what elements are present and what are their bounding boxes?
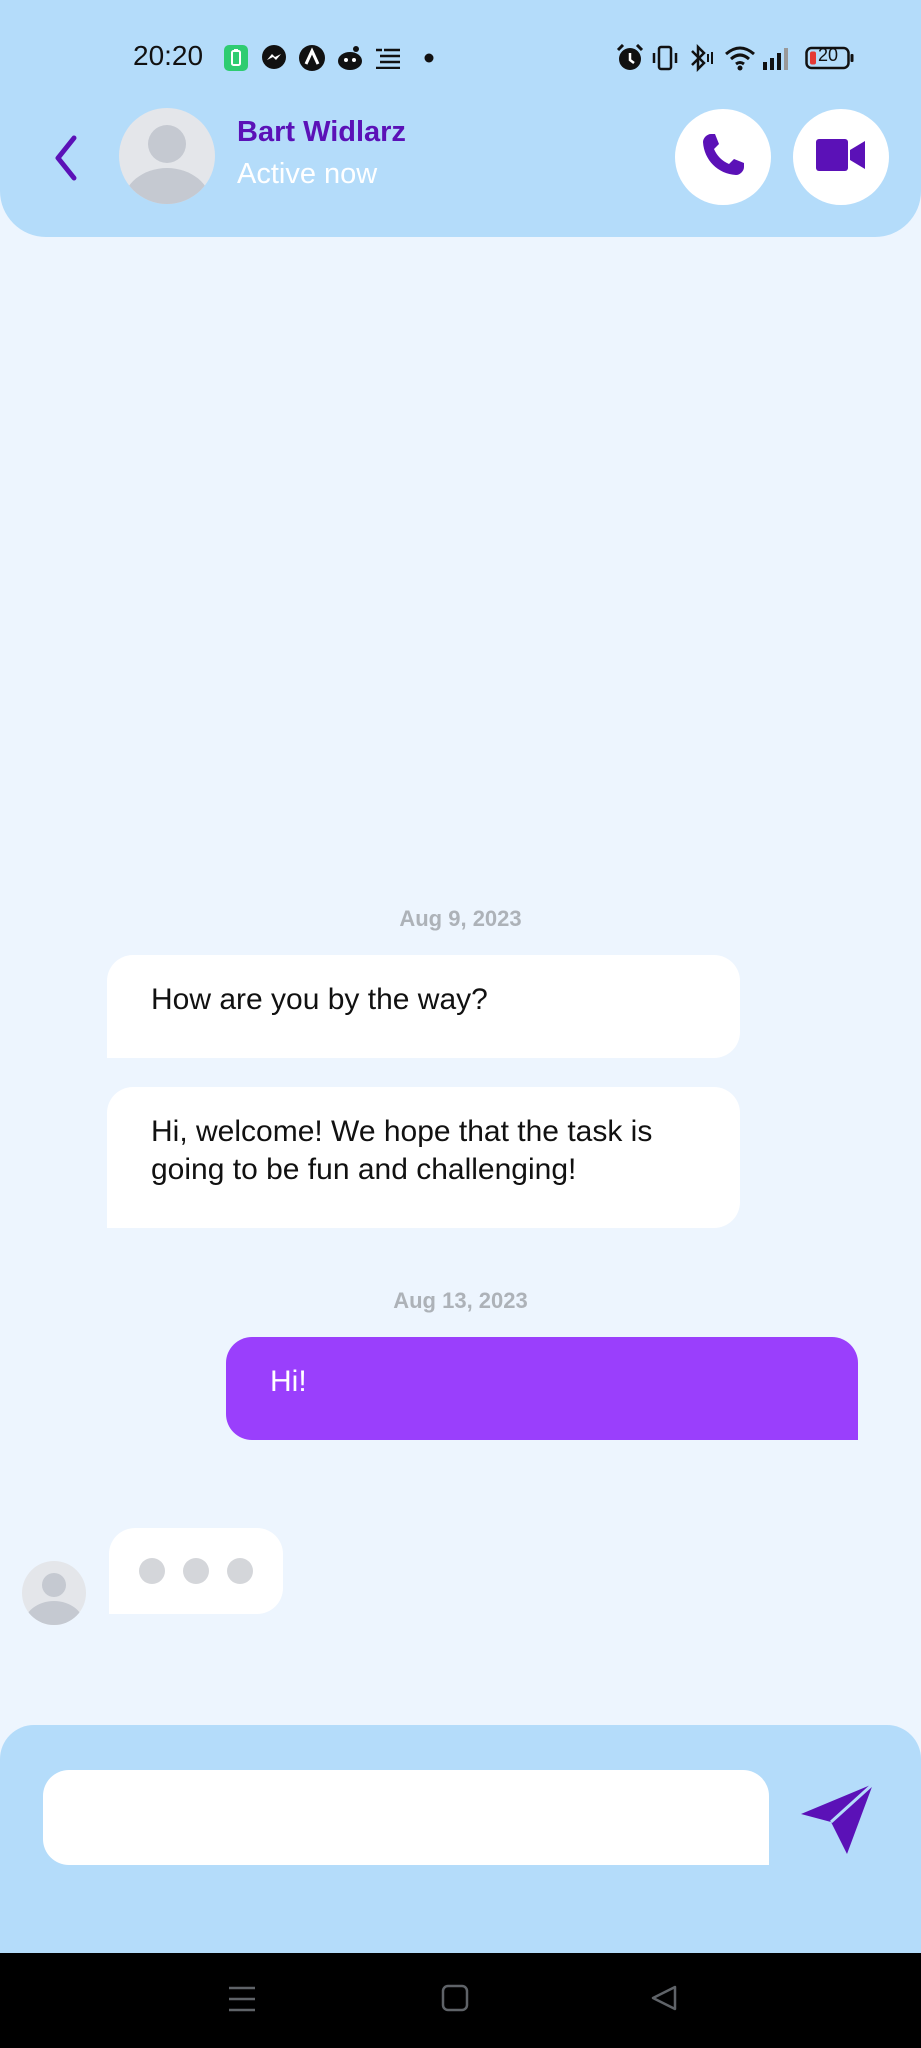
voice-call-button[interactable] bbox=[675, 109, 771, 205]
presence-status: Active now bbox=[237, 158, 378, 190]
home-button[interactable] bbox=[441, 1984, 469, 2017]
typing-indicator bbox=[109, 1528, 283, 1614]
send-button[interactable] bbox=[797, 1778, 877, 1858]
system-navigation-bar bbox=[0, 1953, 921, 2048]
video-call-button[interactable] bbox=[793, 109, 889, 205]
battery-saver-icon bbox=[224, 44, 248, 72]
date-separator: Aug 13, 2023 bbox=[393, 1288, 528, 1313]
arc-app-icon bbox=[298, 44, 326, 72]
contact-avatar[interactable] bbox=[119, 108, 215, 204]
typing-dot bbox=[183, 1558, 209, 1584]
message-bubble-incoming[interactable]: Hi, welcome! We hope that the task is go… bbox=[107, 1087, 740, 1228]
status-time: 20:20 bbox=[133, 40, 204, 71]
typing-dot bbox=[227, 1558, 253, 1584]
contact-name: Bart Widlarz bbox=[237, 116, 406, 148]
signal-icon bbox=[762, 44, 792, 72]
date-separator: Aug 9, 2023 bbox=[399, 906, 522, 931]
message-input[interactable] bbox=[43, 1770, 769, 1865]
message-text: Hi, welcome! We hope that the task is go… bbox=[151, 1115, 653, 1186]
battery-level: 20 bbox=[818, 45, 839, 65]
wifi-icon bbox=[724, 44, 756, 72]
reddit-icon bbox=[336, 44, 364, 72]
phone-icon bbox=[698, 130, 748, 185]
recent-apps-button[interactable] bbox=[228, 1985, 256, 2018]
bluetooth-icon bbox=[686, 44, 716, 72]
contact-avatar-small bbox=[22, 1561, 86, 1625]
video-camera-icon bbox=[816, 138, 866, 177]
battery-icon: 20 bbox=[805, 44, 855, 72]
messenger-icon bbox=[261, 44, 287, 72]
alarm-icon bbox=[616, 44, 644, 72]
more-dot-icon bbox=[422, 44, 436, 72]
message-bubble-incoming[interactable]: How are you by the way? bbox=[107, 955, 740, 1058]
typing-dot bbox=[139, 1558, 165, 1584]
message-bubble-outgoing[interactable]: Hi! bbox=[226, 1337, 858, 1440]
send-icon bbox=[797, 1782, 877, 1862]
vibrate-icon bbox=[651, 44, 679, 72]
message-text: Hi! bbox=[270, 1365, 307, 1398]
back-button[interactable] bbox=[48, 130, 88, 186]
message-text: How are you by the way? bbox=[151, 983, 488, 1016]
back-nav-button[interactable] bbox=[650, 1984, 678, 2017]
news-feed-icon bbox=[374, 44, 402, 72]
